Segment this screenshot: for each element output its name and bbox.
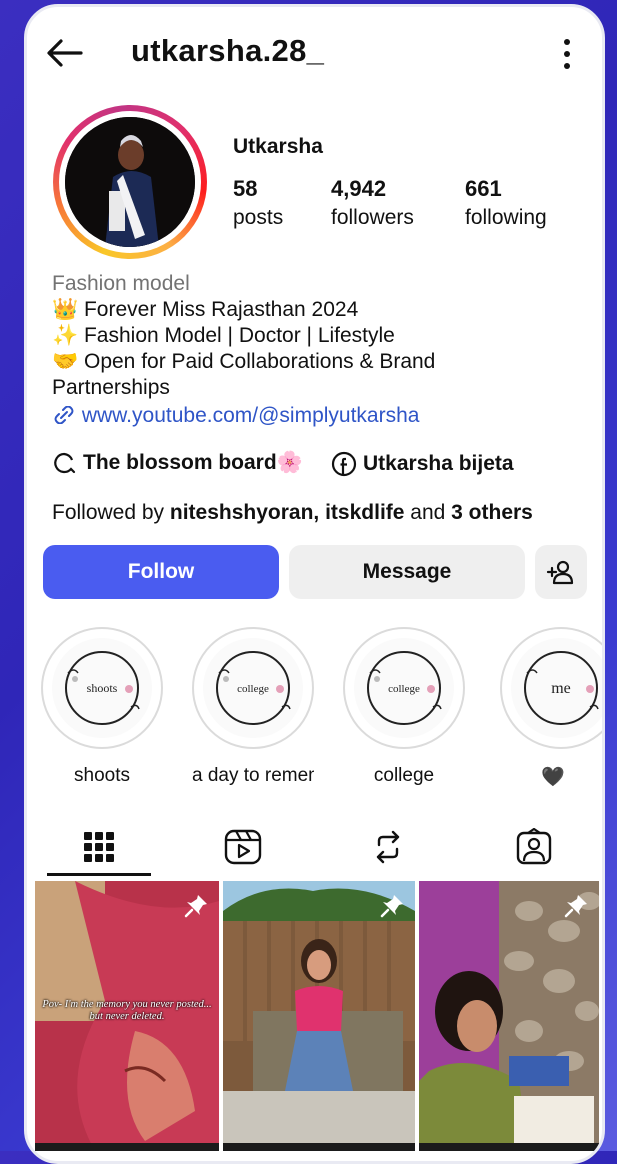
followed-by-prefix: Followed by xyxy=(52,501,170,524)
highlight-cover: me xyxy=(500,627,602,749)
followers-label: followers xyxy=(331,206,414,229)
post-thumbnail[interactable] xyxy=(223,881,415,1151)
threads-icon xyxy=(54,452,76,474)
pin-icon xyxy=(184,895,207,918)
pin-icon xyxy=(564,895,587,918)
followed-by-others: 3 others xyxy=(451,501,533,524)
highlight-label: 🖤 xyxy=(541,767,565,788)
bio-line: ✨ Fashion Model | Doctor | Lifestyle xyxy=(52,324,395,347)
reels-icon xyxy=(224,829,262,865)
followers-stat[interactable]: 4,942 followers xyxy=(331,175,414,233)
highlight-college[interactable]: college college xyxy=(343,627,465,787)
tagged-icon xyxy=(516,828,552,865)
facebook-icon xyxy=(331,451,357,477)
display-name: Utkarsha xyxy=(233,135,323,158)
grid-icon xyxy=(84,832,114,862)
phone-frame: utkarsha.28_ Utkarsha 58 posts 4,942 fol… xyxy=(24,4,605,1164)
avatar xyxy=(65,117,195,247)
threads-chip-label: The blossom board🌸 xyxy=(83,451,303,474)
highlight-cover: college xyxy=(192,627,314,749)
tab-posts-grid[interactable] xyxy=(69,815,129,879)
link-icon xyxy=(54,405,74,425)
bio-link-text: www.youtube.com/@simplyutkarsha xyxy=(81,404,420,427)
profile-username: utkarsha.28_ xyxy=(131,33,325,68)
highlight-a-day-to-remember[interactable]: college a day to remem xyxy=(192,627,314,787)
back-arrow-icon[interactable] xyxy=(45,37,85,69)
post-thumbnail[interactable]: Pov- I'm the memory you never posted... … xyxy=(35,881,219,1151)
bio-line: 👑 Forever Miss Rajasthan 2024 xyxy=(52,298,359,321)
follow-button[interactable]: Follow xyxy=(43,545,279,599)
following-stat[interactable]: 661 following xyxy=(465,175,547,233)
highlight-label: a day to remem xyxy=(192,765,314,786)
followed-by-middle: and xyxy=(404,501,452,524)
followed-by-names: niteshshyoran, itskdlife xyxy=(169,501,405,524)
followers-count: 4,942 xyxy=(331,176,387,201)
profile-category: Fashion model xyxy=(52,272,190,295)
highlight-label: college xyxy=(373,765,435,786)
highlight-me[interactable]: me 🖤 xyxy=(494,627,602,789)
highlight-cover: college xyxy=(343,627,465,749)
post-image xyxy=(223,881,415,1151)
bio-line: 🤝 Open for Paid Collaborations & Brand xyxy=(52,350,436,373)
facebook-chip[interactable]: Utkarsha bijeta xyxy=(331,451,514,477)
highlight-label: shoots xyxy=(74,765,130,786)
post-caption: Pov- I'm the memory you never posted... … xyxy=(42,999,212,1022)
tab-tagged[interactable] xyxy=(504,815,564,879)
highlight-shoots[interactable]: shoots shoots xyxy=(41,627,163,787)
posts-stat[interactable]: 58 posts xyxy=(233,175,283,233)
avatar-story-ring[interactable] xyxy=(53,105,207,259)
repost-icon xyxy=(376,830,400,864)
add-person-icon xyxy=(546,560,574,585)
active-tab-indicator xyxy=(47,873,151,876)
pin-icon xyxy=(380,895,403,918)
following-count: 661 xyxy=(465,176,502,201)
profile-tabs xyxy=(27,815,602,879)
bio: Fashion model 👑 Forever Miss Rajasthan 2… xyxy=(52,271,592,429)
highlight-cover-text: me xyxy=(551,680,571,697)
threads-chip[interactable]: The blossom board🌸 xyxy=(51,451,303,475)
highlight-cover-text: shoots xyxy=(87,681,118,695)
posts-label: posts xyxy=(233,206,284,229)
post-thumbnail[interactable] xyxy=(419,881,599,1151)
more-options-icon[interactable] xyxy=(562,37,572,71)
highlight-cover: shoots xyxy=(41,627,163,749)
following-label: following xyxy=(465,206,547,229)
posts-grid: Pov- I'm the memory you never posted... … xyxy=(35,881,599,1161)
highlight-cover-text: college xyxy=(388,683,420,695)
bio-line: Partnerships xyxy=(52,376,170,399)
facebook-chip-label: Utkarsha bijeta xyxy=(363,452,514,475)
post-image xyxy=(419,881,599,1151)
bio-link[interactable]: www.youtube.com/@simplyutkarsha xyxy=(52,403,592,429)
tab-reposts[interactable] xyxy=(358,815,418,879)
highlight-cover-text: college xyxy=(237,683,269,695)
top-bar: utkarsha.28_ xyxy=(27,7,602,97)
posts-count: 58 xyxy=(233,176,258,201)
tab-reels[interactable] xyxy=(213,815,273,879)
suggest-user-button[interactable] xyxy=(535,545,587,599)
message-button[interactable]: Message xyxy=(289,545,525,599)
followed-by[interactable]: Followed by niteshshyoran, itskdlife and… xyxy=(52,501,533,525)
